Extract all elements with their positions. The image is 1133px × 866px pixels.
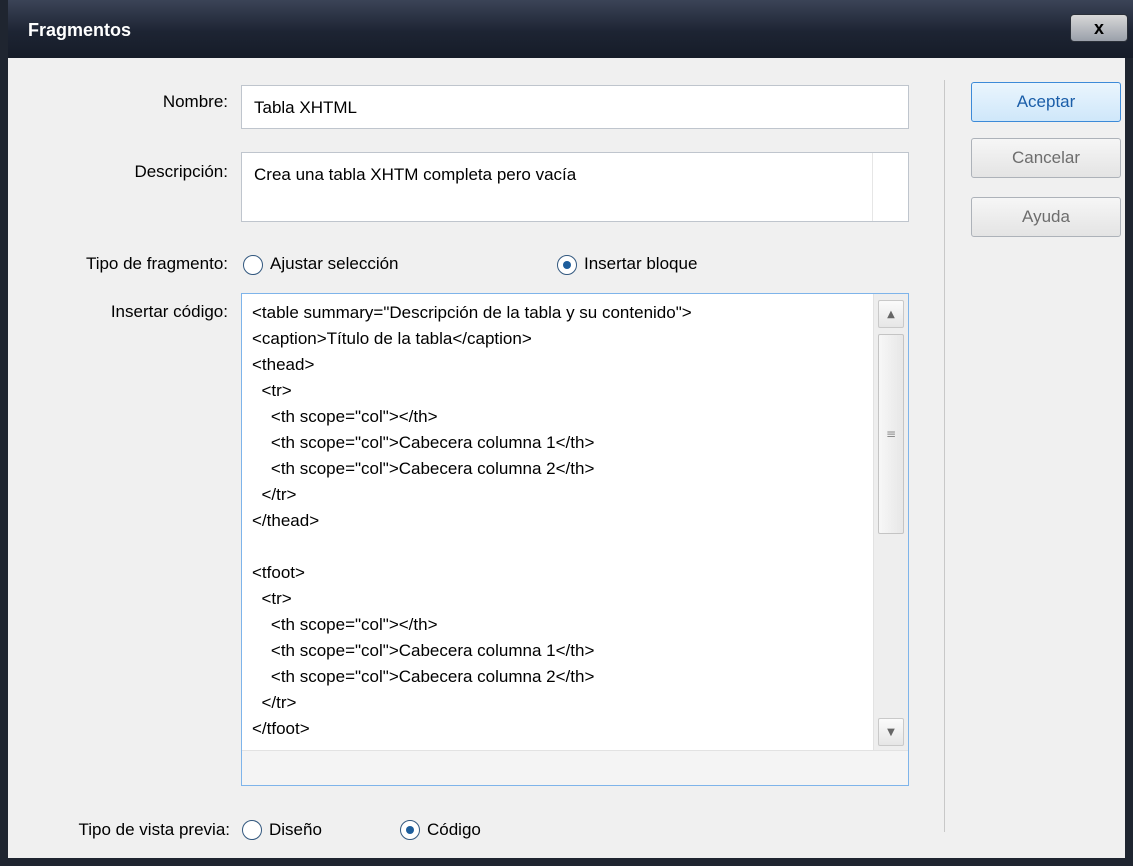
nombre-label: Nombre: — [162, 92, 228, 111]
descripcion-value: Crea una tabla XHTM completa pero vacía — [254, 165, 577, 184]
vertical-scrollbar[interactable]: ▲ ≡ ▼ — [873, 294, 908, 750]
code-line: <th scope="col">Cabecera columna 1</th> — [252, 433, 595, 452]
scroll-up-button[interactable]: ▲ — [878, 300, 904, 328]
code-line: <th scope="col">Cabecera columna 2</th> — [252, 667, 595, 686]
close-button[interactable]: x — [1070, 14, 1128, 42]
radio-codigo[interactable] — [400, 820, 420, 840]
grip-icon: ≡ — [885, 427, 897, 441]
code-line: </tfoot> — [252, 719, 310, 738]
code-content: <table summary="Descripción de la tabla … — [252, 300, 872, 742]
tipo-fragmento-label: Tipo de fragmento: — [85, 254, 228, 273]
radio-diseno[interactable] — [242, 820, 262, 840]
insertar-codigo-label: Insertar código: — [110, 302, 228, 321]
cancelar-button[interactable]: Cancelar — [971, 138, 1121, 178]
dialog-title: Fragmentos — [28, 20, 132, 40]
scroll-down-icon: ▼ — [887, 726, 895, 738]
radio-selected-dot — [563, 261, 571, 269]
code-line: <caption>Título de la tabla</caption> — [252, 329, 532, 348]
code-textarea[interactable]: <table summary="Descripción de la tabla … — [241, 293, 909, 786]
insertar-bloque-label[interactable]: Insertar bloque — [584, 254, 697, 274]
code-line: </thead> — [252, 511, 320, 530]
code-line: <th scope="col"></th> — [252, 615, 438, 634]
ajustar-seleccion-label[interactable]: Ajustar selección — [270, 254, 399, 274]
code-line: <tr> — [252, 381, 292, 400]
code-line: <thead> — [252, 355, 315, 374]
close-icon: x — [1093, 17, 1104, 38]
code-line: <th scope="col">Cabecera columna 1</th> — [252, 641, 595, 660]
descripcion-scroll-divider — [872, 153, 873, 221]
aceptar-button[interactable]: Aceptar — [971, 82, 1121, 122]
codigo-label[interactable]: Código — [427, 820, 481, 840]
title-bar[interactable]: Fragmentos x — [8, 0, 1133, 58]
radio-ajustar-seleccion[interactable] — [243, 255, 263, 275]
diseno-label[interactable]: Diseño — [269, 820, 322, 840]
vista-previa-label: Tipo de vista previa: — [78, 820, 231, 839]
code-line: <th scope="col"></th> — [252, 407, 438, 426]
descripcion-label: Descripción: — [134, 162, 228, 181]
nombre-field[interactable]: Tabla XHTML — [241, 85, 909, 129]
ayuda-button[interactable]: Ayuda — [971, 197, 1121, 237]
code-line: </tr> — [252, 485, 297, 504]
scroll-thumb[interactable]: ≡ — [878, 334, 904, 534]
scroll-corner-area — [242, 750, 908, 785]
code-line: <tfoot> — [252, 563, 305, 582]
radio-selected-dot — [406, 826, 414, 834]
scroll-down-button[interactable]: ▼ — [878, 718, 904, 746]
vertical-separator — [944, 80, 945, 832]
fragmentos-dialog: Fragmentos x Nombre: Tabla XHTML Descrip… — [0, 0, 1133, 866]
code-line: <table summary="Descripción de la tabla … — [252, 303, 692, 322]
code-line: </tr> — [252, 693, 297, 712]
nombre-value: Tabla XHTML — [254, 98, 357, 117]
descripcion-field[interactable]: Crea una tabla XHTM completa pero vacía — [241, 152, 909, 222]
scroll-up-icon: ▲ — [887, 308, 895, 320]
radio-insertar-bloque[interactable] — [557, 255, 577, 275]
code-line: <tr> — [252, 589, 292, 608]
code-line: <th scope="col">Cabecera columna 2</th> — [252, 459, 595, 478]
